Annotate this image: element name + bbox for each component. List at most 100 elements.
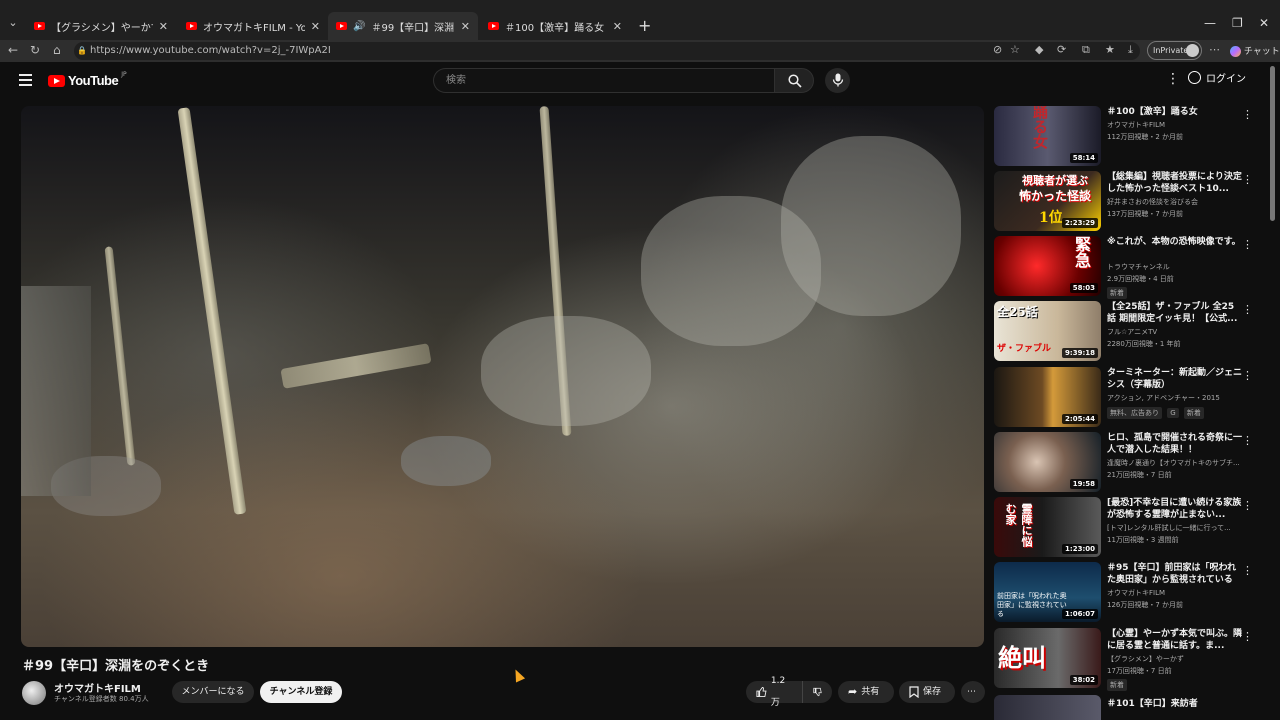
new-tab-icon[interactable]: +: [638, 16, 651, 35]
thumbnail-text: 絶叫: [998, 643, 1046, 672]
kebab-menu-icon[interactable]: ⋮: [1242, 499, 1253, 512]
video-thumbnail[interactable]: 絶叫 38:02: [994, 628, 1101, 688]
share-button[interactable]: ➦ 共有: [838, 681, 894, 703]
restore-icon[interactable]: ❐: [1232, 16, 1243, 30]
video-title[interactable]: ヒロ、孤島で開催される奇祭に一人で潜入した結果！！: [1107, 432, 1243, 456]
logo-wordmark: YouTube: [68, 73, 119, 88]
video-title[interactable]: ＃100【激辛】踊る女: [1107, 106, 1243, 118]
tab-list-dropdown-icon[interactable]: ⌄: [4, 14, 22, 32]
page-scrollbar[interactable]: [1270, 66, 1275, 221]
recommendation-item[interactable]: 全25話 ザ・ファブル 9:39:18 【全25話】ザ・ファブル 全25話 期間…: [994, 301, 1254, 363]
kebab-menu-icon[interactable]: ⋮: [1242, 630, 1253, 643]
video-player[interactable]: [21, 106, 984, 647]
home-icon[interactable]: ⌂: [53, 43, 61, 57]
copilot-chat-button[interactable]: チャット: [1230, 44, 1280, 57]
video-title[interactable]: 【全25話】ザ・ファブル 全25話 期間限定イッキ見！【公式...: [1107, 301, 1243, 325]
subscribe-button[interactable]: チャンネル登録: [260, 681, 342, 703]
close-tab-icon[interactable]: ✕: [461, 20, 470, 33]
channel-name[interactable]: 好井まさおの怪談を浴びる会: [1107, 197, 1247, 207]
recommendation-item[interactable]: ＃101【辛口】来訪者: [994, 695, 1254, 720]
recommendation-item[interactable]: 19:58 ヒロ、孤島で開催される奇祭に一人で潜入した結果！！ 逢魔時ノ裏通り【…: [994, 432, 1254, 494]
close-tab-icon[interactable]: ✕: [613, 20, 622, 33]
settings-kebab-icon[interactable]: ⋮: [1166, 71, 1180, 87]
channel-name[interactable]: 【グラシメン】やーかず: [1107, 654, 1247, 664]
video-thumbnail[interactable]: 霊障に悩む家 1:23:00: [994, 497, 1101, 557]
url-field[interactable]: 🔒 https://www.youtube.com/watch?v=2j_-7I…: [74, 42, 1140, 60]
channel-name[interactable]: [トマ]レンタル肝試しに一緒に行って...: [1107, 523, 1247, 533]
video-thumbnail[interactable]: 緊急 58:03: [994, 236, 1101, 296]
browser-tab[interactable]: オウマガトキFILM - YouTube ✕: [178, 12, 328, 40]
browser-tab-active[interactable]: 🔊 ＃99【辛口】深淵をのぞくとき - YouTube ✕: [328, 12, 478, 40]
hamburger-menu-icon[interactable]: [19, 74, 32, 89]
channel-name[interactable]: オウマガトキFILM: [1107, 588, 1247, 598]
sync-icon[interactable]: ⟳: [1057, 43, 1066, 56]
channel-name[interactable]: 逢魔時ノ裏通り【オウマガトキのサブチ...: [1107, 458, 1247, 468]
save-button[interactable]: 保存: [899, 681, 955, 703]
search-button[interactable]: [774, 68, 814, 93]
kebab-menu-icon[interactable]: ⋮: [1242, 564, 1253, 577]
favorite-star-icon[interactable]: ☆: [1010, 43, 1020, 56]
lock-icon: 🔒: [77, 46, 87, 55]
dislike-button[interactable]: [802, 681, 832, 703]
channel-name[interactable]: フル☆アニメTV: [1107, 327, 1247, 337]
video-title[interactable]: 【総集編】視聴者投票により決定した怖かった怪談ベスト10...: [1107, 171, 1243, 195]
browser-tab[interactable]: 【グラシメン】やーかず - YouTube ✕: [26, 12, 176, 40]
tracking-prevention-icon[interactable]: ⊘: [993, 43, 1002, 56]
video-thumbnail[interactable]: 2:05:44: [994, 367, 1101, 427]
tab-title: ＃99【辛口】深淵をのぞくとき - YouTube: [371, 22, 455, 34]
login-button[interactable]: ログイン: [1188, 70, 1246, 85]
kebab-menu-icon[interactable]: ⋮: [1242, 369, 1253, 382]
channel-name[interactable]: トラウマチャンネル: [1107, 262, 1247, 272]
recommendation-item[interactable]: 2:05:44 ターミネーター：新起動／ジェニシス（字幕版） アクション, アド…: [994, 367, 1254, 429]
video-meta: 137万回視聴・7 か月前: [1107, 210, 1184, 218]
recommendation-item[interactable]: 霊障に悩む家 1:23:00 [最恐]不幸な目に遭い続ける家族が恐怖する霊障が止…: [994, 497, 1254, 559]
channel-avatar[interactable]: [22, 681, 46, 705]
back-icon[interactable]: ←: [8, 43, 18, 57]
video-thumbnail[interactable]: 視聴者が選ぶ 怖かった怪談 1位 2:23:29: [994, 171, 1101, 231]
channel-name[interactable]: オウマガトキFILM: [1107, 120, 1247, 130]
favorites-icon[interactable]: ★: [1105, 43, 1115, 56]
microphone-icon: [832, 73, 844, 87]
recommendation-item[interactable]: 視聴者が選ぶ 怖かった怪談 1位 2:23:29 【総集編】視聴者投票により決定…: [994, 171, 1254, 233]
extension-icon[interactable]: ◆: [1035, 43, 1043, 56]
kebab-menu-icon[interactable]: ⋮: [1242, 108, 1253, 121]
download-icon[interactable]: ⤓: [1128, 43, 1133, 57]
recommendation-item[interactable]: 前田家は「呪われた奥田家」に監視されている 1:06:07 ＃95【辛口】前田家…: [994, 562, 1254, 624]
video-thumbnail[interactable]: 19:58: [994, 432, 1101, 492]
kebab-menu-icon[interactable]: ⋮: [1242, 238, 1253, 251]
video-title[interactable]: [最恐]不幸な目に遭い続ける家族が恐怖する霊障が止まない...: [1107, 497, 1243, 521]
kebab-menu-icon[interactable]: ⋮: [1242, 173, 1253, 186]
search-input[interactable]: 検索: [433, 68, 774, 93]
youtube-logo[interactable]: YouTube JP: [48, 71, 127, 88]
minimize-icon[interactable]: —: [1204, 16, 1216, 30]
split-screen-icon[interactable]: ⧉: [1082, 43, 1090, 57]
channel-name[interactable]: オウマガトキFILM: [54, 680, 141, 695]
kebab-menu-icon[interactable]: ⋮: [1242, 303, 1253, 316]
like-button[interactable]: 1.2万: [746, 676, 802, 708]
browser-tab[interactable]: ＃100【激辛】踊る女 - YouTube ✕: [480, 12, 630, 40]
voice-search-button[interactable]: [825, 68, 850, 93]
video-thumbnail[interactable]: 全25話 ザ・ファブル 9:39:18: [994, 301, 1101, 361]
video-thumbnail[interactable]: 前田家は「呪われた奥田家」に監視されている 1:06:07: [994, 562, 1101, 622]
video-title[interactable]: ＃101【辛口】来訪者: [1107, 698, 1243, 710]
video-thumbnail[interactable]: 踊る女 58:14: [994, 106, 1101, 166]
close-tab-icon[interactable]: ✕: [159, 20, 168, 33]
more-options-icon[interactable]: ⋯: [1209, 43, 1220, 56]
inprivate-badge[interactable]: InPrivate: [1147, 41, 1202, 60]
close-window-icon[interactable]: ✕: [1259, 16, 1269, 30]
recommendation-item[interactable]: 踊る女 58:14 ＃100【激辛】踊る女 オウマガトキFILM 112万回視聴…: [994, 106, 1254, 168]
more-actions-button[interactable]: ⋯: [961, 681, 985, 703]
video-title[interactable]: ※これが、本物の恐怖映像です。: [1107, 236, 1243, 248]
recommendation-item[interactable]: 絶叫 38:02 【心霊】やーかず本気で叫ぶ。隣に居る霊と普通に話す。ま... …: [994, 628, 1254, 691]
kebab-menu-icon[interactable]: ⋮: [1242, 434, 1253, 447]
video-thumbnail[interactable]: [994, 695, 1101, 720]
speaker-icon[interactable]: 🔊: [353, 21, 365, 32]
close-tab-icon[interactable]: ✕: [311, 20, 320, 33]
video-title[interactable]: ＃95【辛口】前田家は「呪われた奥田家」から監視されている: [1107, 562, 1243, 586]
video-title[interactable]: ターミネーター：新起動／ジェニシス（字幕版）: [1107, 367, 1243, 391]
recommendation-item[interactable]: 緊急 58:03 ※これが、本物の恐怖映像です。 トラウマチャンネル 2.9万回…: [994, 236, 1254, 299]
join-membership-button[interactable]: メンバーになる: [172, 681, 254, 703]
refresh-icon[interactable]: ↻: [30, 43, 40, 57]
tab-title: オウマガトキFILM - YouTube: [203, 22, 305, 34]
video-title[interactable]: 【心霊】やーかず本気で叫ぶ。隣に居る霊と普通に話す。ま...: [1107, 628, 1243, 652]
